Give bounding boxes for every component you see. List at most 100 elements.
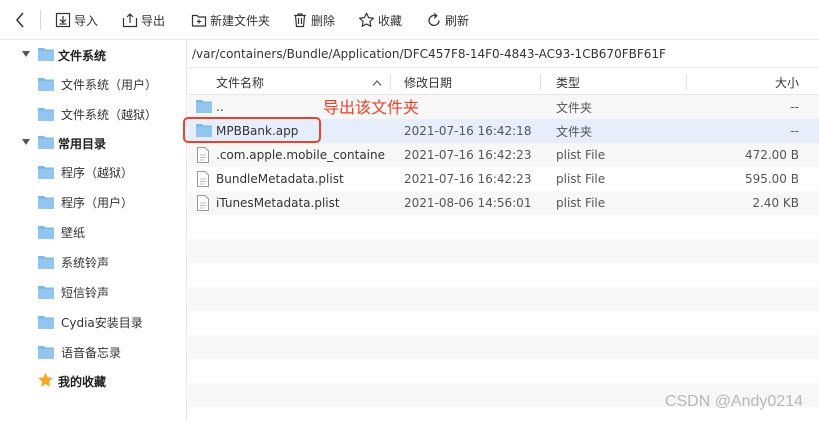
- folder-icon: [38, 47, 54, 64]
- star-icon: [358, 12, 375, 28]
- sidebar-group-label: 文件系统: [58, 48, 107, 63]
- sidebar-item-label: Cydia安装目录: [61, 315, 143, 330]
- file-date-cell: 2021-08-06 14:56:01: [404, 196, 532, 210]
- sidebar-item-filesystem-jailbreak[interactable]: 文件系统（越狱）: [0, 99, 186, 129]
- delete-button[interactable]: 删除: [292, 8, 335, 32]
- file-icon: [196, 147, 212, 163]
- empty-row: [188, 359, 819, 383]
- column-divider[interactable]: [686, 74, 687, 90]
- annotation-highlight-box: [183, 117, 321, 143]
- refresh-button[interactable]: 刷新: [426, 8, 469, 32]
- expand-arrow-icon[interactable]: [22, 51, 30, 57]
- file-date-cell: 2021-07-16 16:42:23: [404, 148, 532, 162]
- empty-row: [188, 287, 819, 311]
- sidebar-item-label: 语音备忘录: [61, 345, 122, 360]
- folder-icon: [38, 165, 54, 182]
- file-icon: [196, 171, 212, 187]
- sidebar-favorites-label: 我的收藏: [58, 374, 107, 389]
- column-divider[interactable]: [540, 74, 541, 90]
- file-size-cell: 2.40 KB: [752, 196, 799, 210]
- folder-icon: [38, 195, 54, 212]
- empty-row: [188, 215, 819, 239]
- sort-ascending-icon[interactable]: [372, 76, 382, 90]
- current-path: /var/containers/Bundle/Application/DFC45…: [192, 46, 666, 61]
- sidebar-item-label: 程序（越狱）: [61, 165, 134, 180]
- file-size-cell: --: [790, 100, 799, 114]
- file-name-cell: iTunesMetadata.plist: [196, 191, 386, 215]
- file-list: .. 文件夹 -- MPBBank.app 2021-07-16 16:42:1…: [188, 95, 819, 421]
- folder-icon: [38, 315, 54, 332]
- refresh-icon: [426, 12, 442, 28]
- column-header-type[interactable]: 类型: [556, 69, 580, 95]
- sidebar-item-label: 壁纸: [61, 225, 86, 240]
- folder-icon: [38, 77, 54, 94]
- column-header-size[interactable]: 大小: [775, 69, 799, 95]
- column-header-name[interactable]: 文件名称: [216, 69, 264, 95]
- table-row[interactable]: .com.apple.mobile_container... 2021-07-1…: [188, 143, 819, 167]
- export-label: 导出: [141, 13, 166, 28]
- back-button[interactable]: [14, 8, 26, 32]
- file-icon: [196, 195, 212, 211]
- folder-icon: [38, 135, 54, 152]
- column-divider[interactable]: [390, 74, 391, 90]
- sidebar-group-filesystem[interactable]: 文件系统: [0, 40, 186, 70]
- empty-row: [188, 239, 819, 263]
- sidebar-item-cydia[interactable]: Cydia安装目录: [0, 307, 186, 337]
- folder-icon: [38, 345, 54, 362]
- sidebar-item-apps-jailbreak[interactable]: 程序（越狱）: [0, 157, 186, 187]
- sidebar-item-label: 短信铃声: [61, 285, 110, 300]
- import-button[interactable]: 导入: [55, 8, 98, 32]
- sidebar-item-sms-tones[interactable]: 短信铃声: [0, 277, 186, 307]
- table-row[interactable]: iTunesMetadata.plist 2021-08-06 14:56:01…: [188, 191, 819, 215]
- chevron-left-icon: [14, 11, 26, 29]
- sidebar-favorites[interactable]: 我的收藏: [0, 366, 186, 396]
- folder-icon: [38, 285, 54, 302]
- import-label: 导入: [74, 13, 99, 28]
- export-button[interactable]: 导出: [122, 8, 165, 32]
- file-type-cell: 文件夹: [556, 100, 593, 115]
- file-size-cell: --: [790, 124, 799, 138]
- sidebar-item-label: 文件系统（用户）: [61, 77, 158, 92]
- sidebar-item-voice-memos[interactable]: 语音备忘录: [0, 337, 186, 367]
- file-name-cell: .com.apple.mobile_container...: [196, 143, 386, 167]
- folder-icon: [196, 99, 212, 115]
- folder-icon: [38, 107, 54, 124]
- file-size-cell: 472.00 B: [744, 148, 799, 162]
- file-type-cell: plist File: [556, 196, 606, 210]
- file-type-cell: 文件夹: [556, 124, 593, 139]
- watermark: CSDN @Andy0214: [664, 393, 803, 410]
- sidebar-group-common[interactable]: 常用目录: [0, 128, 186, 158]
- table-row[interactable]: .. 文件夹 --: [188, 95, 819, 119]
- sidebar-item-ringtones[interactable]: 系统铃声: [0, 247, 186, 277]
- new-folder-icon: [191, 12, 207, 28]
- sidebar-item-wallpaper[interactable]: 壁纸: [0, 217, 186, 247]
- star-icon: [37, 372, 54, 391]
- file-date-cell: 2021-07-16 16:42:18: [404, 124, 532, 138]
- toolbar: 导入 导出 新建文件夹 删除 收藏 刷新: [0, 0, 819, 40]
- sidebar-item-label: 文件系统（越狱）: [61, 107, 158, 122]
- import-icon: [55, 12, 71, 28]
- column-header-date[interactable]: 修改日期: [404, 69, 452, 95]
- table-row[interactable]: BundleMetadata.plist 2021-07-16 16:42:23…: [188, 167, 819, 191]
- trash-icon: [292, 12, 308, 28]
- new-folder-label: 新建文件夹: [210, 13, 271, 28]
- empty-row: [188, 335, 819, 359]
- sidebar: 文件系统 文件系统（用户） 文件系统（越狱） 常用目录 程序（越狱） 程序（用户…: [0, 40, 187, 421]
- file-date-cell: 2021-07-16 16:42:23: [404, 172, 532, 186]
- sidebar-item-filesystem-user[interactable]: 文件系统（用户）: [0, 69, 186, 99]
- sidebar-item-label: 系统铃声: [61, 255, 110, 270]
- favorite-button[interactable]: 收藏: [358, 8, 402, 32]
- sidebar-item-apps-user[interactable]: 程序（用户）: [0, 187, 186, 217]
- path-bar[interactable]: /var/containers/Bundle/Application/DFC45…: [188, 40, 819, 68]
- table-header: 文件名称 修改日期 类型 大小: [188, 69, 819, 95]
- expand-arrow-icon[interactable]: [22, 139, 30, 145]
- toolbar-divider: [40, 10, 41, 30]
- file-name-cell: BundleMetadata.plist: [196, 167, 386, 191]
- new-folder-button[interactable]: 新建文件夹: [191, 8, 270, 32]
- file-size-cell: 595.00 B: [744, 172, 799, 186]
- empty-row: [188, 311, 819, 335]
- file-type-cell: plist File: [556, 172, 606, 186]
- folder-icon: [38, 225, 54, 242]
- file-type-cell: plist File: [556, 148, 606, 162]
- empty-row: [188, 263, 819, 287]
